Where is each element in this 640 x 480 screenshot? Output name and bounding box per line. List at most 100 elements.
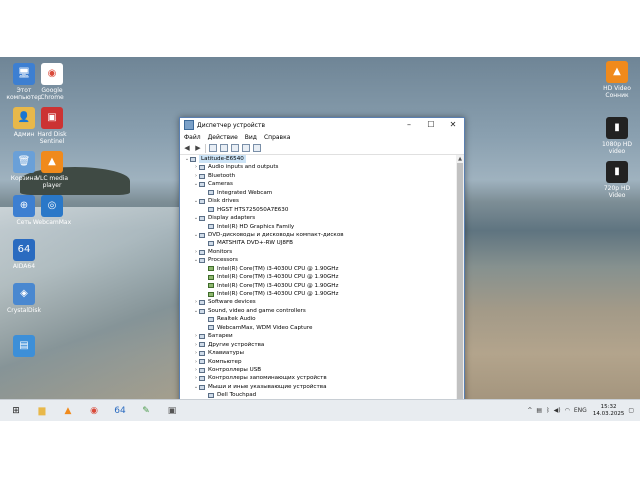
device-manager-app-icon xyxy=(184,120,194,130)
close-button[interactable]: ✕ xyxy=(442,118,464,132)
tree-node[interactable]: › Батареи xyxy=(180,332,456,340)
desktop-app-icon: ▲ xyxy=(41,151,63,173)
desktop-icon-label: HD Video Сонник xyxy=(603,85,631,99)
desktop-icon[interactable]: ◎ WebcamMax xyxy=(32,195,72,226)
device-icon xyxy=(208,392,214,398)
tree-node[interactable]: Intel(R) Core(TM) i3-4030U CPU @ 1.90GHz xyxy=(180,290,456,298)
tray-volume-icon[interactable]: ◀) xyxy=(554,407,561,414)
menu-file[interactable]: Файл xyxy=(184,134,201,141)
desktop-icon[interactable]: ▣ Hard Disk Sentinel xyxy=(32,107,72,145)
tree-node[interactable]: › Audio inputs and outputs xyxy=(180,163,456,171)
tree-node[interactable]: › Другие устройства xyxy=(180,341,456,349)
monitor-icon[interactable] xyxy=(253,144,261,152)
chrome-icon[interactable]: ◉ xyxy=(84,402,104,419)
tree-node-label: MATSHITA DVD+-RW UJ8FB xyxy=(217,240,294,247)
tree-node-label: Intel(R) HD Graphics Family xyxy=(217,223,295,230)
tree-node[interactable]: ⌄ DVD-дисководы и дисководы компакт-диско… xyxy=(180,231,456,239)
tree-node[interactable]: Realtek Audio xyxy=(180,315,456,323)
desktop-app-icon: ◉ xyxy=(41,63,63,85)
device-icon xyxy=(199,333,205,339)
desktop-icon[interactable]: ▤ xyxy=(4,335,44,359)
tray-bluetooth-icon[interactable]: ᛒ xyxy=(546,407,550,414)
tray-language[interactable]: ENG xyxy=(574,407,587,414)
help-icon[interactable] xyxy=(231,144,239,152)
tree-node[interactable]: WebcamMax, WDM Video Capture xyxy=(180,324,456,332)
menu-help[interactable]: Справка xyxy=(264,134,290,141)
device-tree[interactable]: ⌄ Latitude-E6540 › Audio inputs and outputs… xyxy=(180,155,456,419)
aida64-icon[interactable]: 64 xyxy=(110,402,130,419)
file-explorer-icon[interactable]: ▆ xyxy=(32,402,52,419)
desktop-icon[interactable]: ◉ Google Chrome xyxy=(32,63,72,101)
scroll-up-icon[interactable]: ▲ xyxy=(456,155,464,163)
tree-node[interactable]: Integrated Webcam xyxy=(180,189,456,197)
forward-arrow-icon[interactable]: ▶ xyxy=(194,144,202,152)
device-manager-window[interactable]: Диспетчер устройств – ☐ ✕ Файл Действие … xyxy=(179,117,465,419)
tree-node[interactable]: ⌄ Processors xyxy=(180,256,456,264)
desktop-icon[interactable]: ◈ CrystalDisk xyxy=(4,283,44,314)
tree-node[interactable]: Intel(R) Core(TM) i3-4030U CPU @ 1.90GHz xyxy=(180,273,456,281)
tree-node-label: Контроллеры USB xyxy=(208,366,262,373)
tree-node[interactable]: › Monitors xyxy=(180,248,456,256)
back-arrow-icon[interactable]: ◀ xyxy=(183,144,191,152)
maximize-button[interactable]: ☐ xyxy=(420,118,442,132)
tree-node[interactable]: ⌄ Disk drives xyxy=(180,197,456,205)
menu-action[interactable]: Действие xyxy=(208,134,238,141)
tree-node-label: Мыши и иные указывающие устройства xyxy=(208,383,327,390)
tree-root[interactable]: ⌄ Latitude-E6540 xyxy=(180,155,456,164)
tray-network-icon[interactable]: ▤ xyxy=(536,407,542,414)
scan-hardware-icon[interactable] xyxy=(242,144,250,152)
start-icon[interactable]: ⊞ xyxy=(6,402,26,419)
properties-icon[interactable] xyxy=(209,144,217,152)
tree-node[interactable]: › Компьютер xyxy=(180,358,456,366)
tool-icon[interactable]: ✎ xyxy=(136,402,156,419)
tree-node[interactable]: Intel(R) Core(TM) i3-4030U CPU @ 1.90GHz xyxy=(180,282,456,290)
device-icon xyxy=(208,224,214,230)
menu-view[interactable]: Вид xyxy=(245,134,257,141)
device-icon xyxy=(199,165,205,171)
tree-node[interactable]: ⌄ Мыши и иные указывающие устройства xyxy=(180,383,456,391)
scrollbar-thumb[interactable] xyxy=(457,163,463,419)
update-driver-icon[interactable] xyxy=(220,144,228,152)
tree-node[interactable]: MATSHITA DVD+-RW UJ8FB xyxy=(180,239,456,247)
tree-node-label: Компьютер xyxy=(208,358,242,365)
device-manager-icon[interactable]: ▣ xyxy=(162,402,182,419)
device-icon xyxy=(208,241,214,247)
clock[interactable]: 15:32 14.03.2025 xyxy=(593,404,625,418)
tree-node[interactable]: ⌄ Display adapters xyxy=(180,214,456,222)
tree-node[interactable]: ⌄ Sound, video and game controllers xyxy=(180,307,456,315)
device-icon xyxy=(199,350,205,356)
window-title: Диспетчер устройств xyxy=(197,121,266,129)
tray-chevron-icon[interactable]: ^ xyxy=(527,407,532,414)
desktop-icon[interactable]: ▲ VLC media player xyxy=(32,151,72,189)
notifications-icon[interactable]: ▢ xyxy=(628,407,634,414)
desktop-icon-label: 720p HD Video xyxy=(603,185,631,199)
vlc-icon[interactable]: ▲ xyxy=(58,402,78,419)
tree-node[interactable]: › Bluetooth xyxy=(180,172,456,180)
tray-wifi-icon[interactable]: ◠ xyxy=(565,407,570,414)
tree-node[interactable]: › Контроллеры USB xyxy=(180,366,456,374)
desktop-icon[interactable]: ▮ 1080p HD video xyxy=(597,117,637,155)
taskbar: ⊞ ▆ ▲ ◉ 64 ✎ ▣ ^ ▤ ᛒ ◀) ◠ ENG 15:32 14.03.2025… xyxy=(0,399,640,421)
tree-node[interactable]: › Software devices xyxy=(180,298,456,306)
desktop-icon-label: Google Chrome xyxy=(40,87,64,101)
device-icon xyxy=(199,173,205,179)
tree-node[interactable]: › Контроллеры запоминающих устройств xyxy=(180,374,456,382)
desktop-icon-label: CrystalDisk xyxy=(7,307,41,314)
desktop-icon-label: 1080p HD video xyxy=(601,141,633,155)
minimize-button[interactable]: – xyxy=(398,118,420,132)
tree-node-label: Realtek Audio xyxy=(217,316,256,323)
processor-icon xyxy=(208,283,214,289)
title-bar[interactable]: Диспетчер устройств – ☐ ✕ xyxy=(180,118,464,132)
processor-icon xyxy=(208,274,214,280)
tree-node[interactable]: HGST HTS725050A7E630 xyxy=(180,206,456,214)
tree-node[interactable]: Intel(R) Core(TM) i3-4030U CPU @ 1.90GHz xyxy=(180,265,456,273)
tree-node[interactable]: › Клавиатуры xyxy=(180,349,456,357)
desktop-icon[interactable]: ▲ HD Video Сонник xyxy=(597,61,637,99)
tree-node[interactable]: Intel(R) HD Graphics Family xyxy=(180,223,456,231)
menu-bar: Файл Действие Вид Справка xyxy=(180,132,464,142)
vertical-scrollbar[interactable]: ▲ ▼ xyxy=(456,155,464,419)
desktop-icon[interactable]: 64 AIDA64 xyxy=(4,239,44,270)
desktop-icon[interactable]: ▮ 720p HD Video xyxy=(597,161,637,199)
toolbar: ◀ ▶ xyxy=(180,142,464,155)
tree-node[interactable]: ⌄ Cameras xyxy=(180,180,456,188)
